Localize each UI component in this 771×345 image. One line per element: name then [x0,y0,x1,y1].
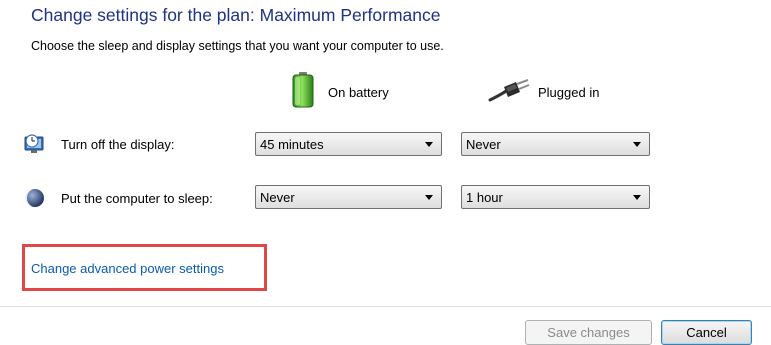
chevron-down-icon [633,194,641,200]
sleep-on-battery-value: Never [260,189,295,205]
on-battery-label: On battery [328,84,389,100]
power-plan-settings-window: Change settings for the plan: Maximum Pe… [0,0,771,345]
sleep-label: Put the computer to sleep: [61,190,213,206]
power-plug-icon [488,78,530,107]
save-changes-button[interactable]: Save changes [525,320,652,345]
sleep-plugged-in-value: 1 hour [466,189,503,205]
page-subtitle: Choose the sleep and display settings th… [31,39,444,53]
monitor-clock-icon [24,133,46,155]
turn-off-display-label: Turn off the display: [61,136,175,152]
display-plugged-in-value: Never [466,136,501,152]
battery-icon [292,71,314,113]
display-on-battery-select[interactable]: 45 minutes [255,132,442,156]
chevron-down-icon [425,194,433,200]
page-title: Change settings for the plan: Maximum Pe… [31,5,441,25]
sleep-plugged-in-select[interactable]: 1 hour [461,185,650,209]
plugged-in-label: Plugged in [538,84,600,100]
column-header-on-battery: On battery [292,71,389,113]
chevron-down-icon [633,141,641,147]
setting-row-sleep: Put the computer to sleep: [24,185,213,211]
display-on-battery-value: 45 minutes [260,136,324,152]
moon-icon [24,187,46,209]
cancel-button[interactable]: Cancel [661,320,752,345]
chevron-down-icon [425,141,433,147]
divider [0,306,771,307]
column-header-plugged-in: Plugged in [488,73,599,111]
display-plugged-in-select[interactable]: Never [461,132,650,156]
setting-row-display: Turn off the display: [24,131,174,157]
sleep-on-battery-select[interactable]: Never [255,185,442,209]
change-advanced-power-settings-link[interactable]: Change advanced power settings [31,261,224,276]
